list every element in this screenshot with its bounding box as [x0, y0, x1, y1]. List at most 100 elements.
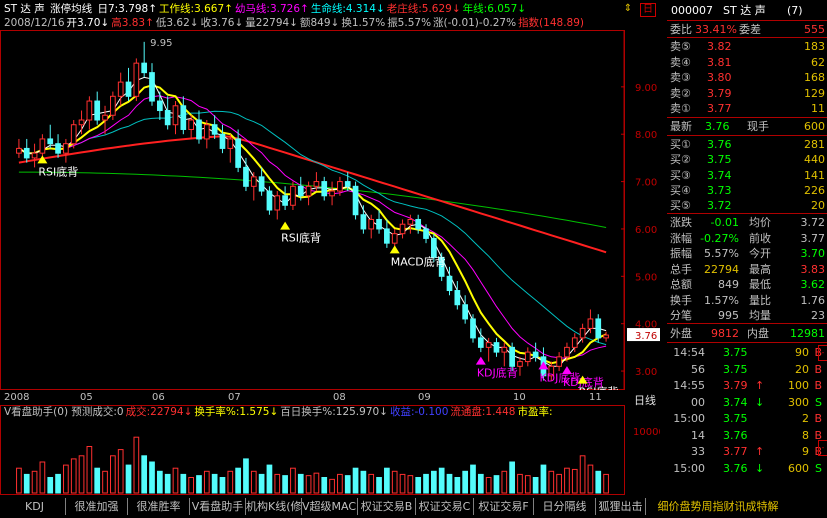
sell-level-2[interactable]: 卖② 3.79 129 [667, 86, 827, 101]
candle-body[interactable] [446, 275, 453, 292]
tab-2[interactable]: 很准胜率 [128, 498, 190, 515]
tick-row-0[interactable]: 14:54 3.75 90 B [667, 345, 827, 360]
candle-body[interactable] [31, 152, 38, 159]
candle-body[interactable] [274, 195, 281, 211]
buy-level-1[interactable]: 买① 3.76 281 [667, 137, 827, 152]
candle-body[interactable] [180, 105, 187, 130]
candle-body[interactable] [141, 62, 148, 74]
candle-body[interactable] [243, 166, 249, 187]
tab-10[interactable]: 狐狸出击 [596, 498, 646, 515]
tab-9[interactable]: 日分隔线 [534, 498, 596, 515]
tick-row-6[interactable]: 33 3.77 ↑ 9 B [667, 444, 827, 459]
candle-body[interactable] [172, 105, 179, 126]
candle-body[interactable] [360, 214, 367, 230]
candle-body[interactable] [133, 62, 140, 97]
candle-body[interactable] [250, 176, 257, 187]
tab-4[interactable]: 机构K线(修 [246, 498, 302, 515]
candle-body[interactable] [70, 124, 77, 145]
candle-body[interactable] [407, 218, 414, 225]
candle-body[interactable] [39, 138, 46, 154]
candle-body[interactable] [376, 218, 382, 230]
candle-body[interactable] [235, 138, 241, 168]
buy-level-2[interactable]: 买② 3.75 440 [667, 152, 827, 167]
candle-body[interactable] [258, 176, 265, 192]
candle-body[interactable] [94, 100, 101, 121]
sell-level-1[interactable]: 卖① 3.77 11 [667, 101, 827, 116]
scroll-down-icon[interactable]: - [818, 440, 827, 456]
candle-body[interactable] [329, 190, 335, 197]
tab-6[interactable]: 权证交易B [358, 498, 416, 515]
candle-body[interactable] [595, 318, 602, 339]
volume-chart[interactable]: 100000 [0, 405, 660, 495]
candle-body[interactable] [352, 185, 359, 216]
candle-body[interactable] [125, 81, 132, 97]
candle-body[interactable] [524, 351, 531, 363]
buy-level-4[interactable]: 买④ 3.73 226 [667, 183, 827, 198]
candle-body[interactable] [587, 318, 594, 329]
candle-body[interactable] [344, 181, 351, 187]
tab-0[interactable]: KDJ [4, 498, 66, 515]
tab-8[interactable]: 权证交易F [474, 498, 534, 515]
sell-level-3[interactable]: 卖③ 3.80 168 [667, 70, 827, 85]
buy-level-3[interactable]: 买③ 3.74 141 [667, 168, 827, 183]
candle-body[interactable] [164, 110, 171, 126]
candle-body[interactable] [415, 218, 422, 230]
candle-body[interactable] [188, 119, 194, 130]
tab-1[interactable]: 很准加强 [66, 498, 128, 515]
candle-body[interactable] [227, 138, 234, 149]
candle-body[interactable] [399, 223, 406, 235]
candle-body[interactable] [266, 190, 273, 211]
candle-body[interactable] [501, 346, 508, 353]
candle-body[interactable] [485, 342, 492, 348]
candle-body[interactable] [454, 290, 461, 306]
candle-body[interactable] [102, 114, 108, 121]
candle-body[interactable] [368, 218, 375, 230]
tab-11[interactable]: 细价盘势周指财讯成特解 [646, 498, 790, 515]
candle-body[interactable] [203, 124, 210, 140]
candle-body[interactable] [571, 337, 578, 348]
candle-body[interactable] [211, 124, 218, 135]
candle-body[interactable] [423, 228, 429, 239]
lock-icon[interactable]: ⇕ [622, 3, 634, 15]
tick-row-4[interactable]: 15:00 3.75 2 B [667, 411, 827, 426]
candle-body[interactable] [63, 143, 69, 154]
candle-body[interactable] [603, 334, 609, 339]
tick-row-2[interactable]: 14:55 3.79 ↑ 100 B [667, 378, 827, 393]
stat-row-5[interactable]: 换手 1.57% 量比 1.76 [667, 293, 827, 308]
scroll-up-icon[interactable]: - [818, 345, 827, 361]
candle-body[interactable] [391, 233, 398, 244]
candle-body[interactable] [297, 185, 304, 197]
tab-3[interactable]: V看盘助手 [190, 498, 246, 515]
candle-body[interactable] [86, 100, 93, 121]
stat-row-1[interactable]: 涨幅 -0.27% 前收 3.77 [667, 231, 827, 246]
candle-body[interactable] [321, 181, 328, 197]
candle-body[interactable] [313, 181, 320, 187]
sell-level-5[interactable]: 卖⑤ 3.82 183 [667, 39, 827, 54]
candle-body[interactable] [564, 346, 570, 358]
candle-body[interactable] [470, 318, 476, 339]
candle-body[interactable] [337, 181, 343, 192]
tick-row-5[interactable]: 14 3.76 8 B [667, 428, 827, 443]
tick-row-3[interactable]: 00 3.74 ↓ 300 S [667, 395, 827, 410]
tick-row-1[interactable]: 56 3.75 20 B [667, 362, 827, 377]
candlestick-chart[interactable]: 9.008.007.006.005.004.003.009.95RSI底背RSI… [0, 30, 660, 390]
buy-level-5[interactable]: 买⑤ 3.72 20 [667, 198, 827, 213]
candle-body[interactable] [219, 133, 226, 149]
tab-5[interactable]: V超级MACD [302, 498, 358, 515]
candle-body[interactable] [579, 327, 586, 339]
candle-body[interactable] [462, 304, 469, 320]
candle-body[interactable] [384, 228, 390, 244]
candle-body[interactable] [78, 119, 85, 126]
candle-body[interactable] [149, 72, 155, 102]
tick-row-7[interactable]: 15:00 3.76 ↓ 600 S [667, 461, 827, 476]
candle-body[interactable] [493, 342, 500, 353]
candle-body[interactable] [196, 119, 202, 140]
candle-body[interactable] [282, 195, 288, 206]
candle-body[interactable] [110, 95, 116, 116]
candle-body[interactable] [117, 81, 124, 97]
candle-body[interactable] [509, 346, 515, 367]
candle-body[interactable] [556, 356, 562, 367]
candle-body[interactable] [47, 138, 54, 145]
tab-7[interactable]: 权证交易C [416, 498, 474, 515]
stat-row-2[interactable]: 振幅 5.57% 今开 3.70 [667, 246, 827, 261]
